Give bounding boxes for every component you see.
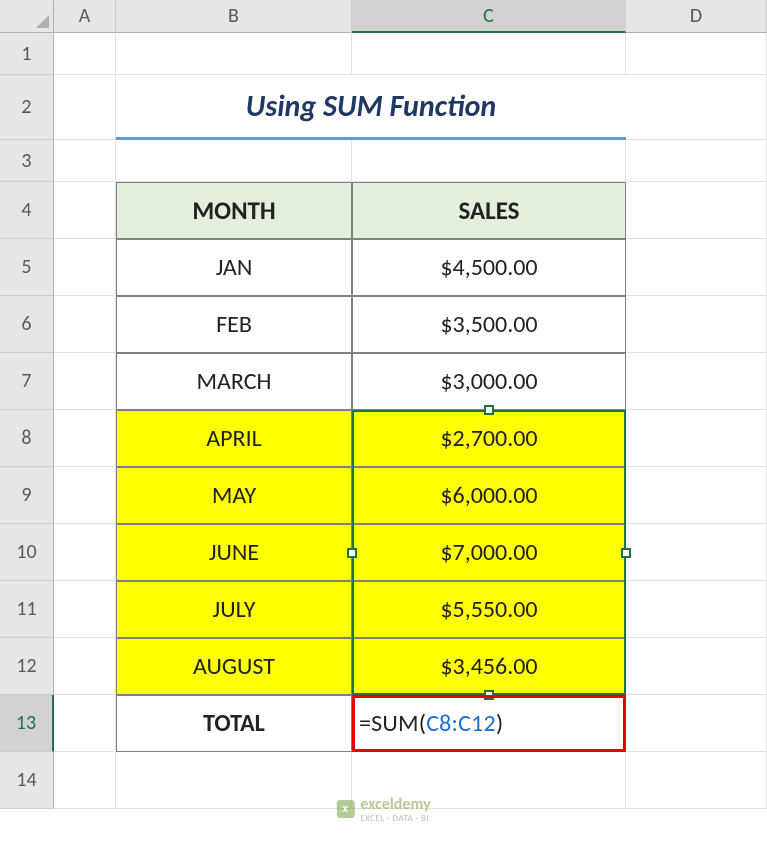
logo-icon: x (336, 800, 354, 818)
row-header-6[interactable]: 6 (0, 296, 54, 353)
cell-D14[interactable] (626, 752, 767, 809)
table-row[interactable]: $5,550.00 (352, 581, 626, 638)
formula-prefix: =SUM( (359, 709, 426, 738)
cell-D5[interactable] (626, 239, 767, 296)
cell-D7[interactable] (626, 353, 767, 410)
table-row[interactable]: $7,000.00 (352, 524, 626, 581)
col-header-D[interactable]: D (626, 0, 767, 33)
table-row[interactable]: $3,456.00 (352, 638, 626, 695)
cell-D2[interactable] (626, 75, 767, 140)
cell-A11[interactable] (54, 581, 116, 638)
table-row[interactable]: $3,000.00 (352, 353, 626, 410)
table-row[interactable]: JAN (116, 239, 352, 296)
cell-D3[interactable] (626, 140, 767, 182)
cell-A9[interactable] (54, 467, 116, 524)
cell-A1[interactable] (54, 33, 116, 75)
cell-D12[interactable] (626, 638, 767, 695)
table-row[interactable]: JULY (116, 581, 352, 638)
cell-area: Using SUM Function MONTH SALES JAN $4,50… (54, 33, 767, 809)
cell-A13[interactable] (54, 695, 116, 752)
row-header-5[interactable]: 5 (0, 239, 54, 296)
row-header-4[interactable]: 4 (0, 182, 54, 239)
cell-A3[interactable] (54, 140, 116, 182)
cell-B1[interactable] (116, 33, 352, 75)
title-cell[interactable]: Using SUM Function (116, 75, 626, 140)
cell-A10[interactable] (54, 524, 116, 581)
row-header-11[interactable]: 11 (0, 581, 54, 638)
cell-A8[interactable] (54, 410, 116, 467)
select-all-corner[interactable] (0, 0, 54, 33)
cell-D11[interactable] (626, 581, 767, 638)
cell-D8[interactable] (626, 410, 767, 467)
row-header-7[interactable]: 7 (0, 353, 54, 410)
table-row[interactable]: $4,500.00 (352, 239, 626, 296)
row-headers: 1 2 3 4 5 6 7 8 9 10 11 12 13 14 (0, 33, 54, 809)
formula-cell[interactable]: =SUM(C8:C12) (352, 695, 626, 752)
table-row[interactable]: MARCH (116, 353, 352, 410)
watermark-brand: exceldemy (360, 795, 430, 814)
row-header-12[interactable]: 12 (0, 638, 54, 695)
table-row[interactable]: FEB (116, 296, 352, 353)
table-header-month[interactable]: MONTH (116, 182, 352, 239)
row-header-1[interactable]: 1 (0, 33, 54, 75)
cell-C1[interactable] (352, 33, 626, 75)
cell-D1[interactable] (626, 33, 767, 75)
column-headers: A B C D (54, 0, 767, 33)
table-row[interactable]: $2,700.00 (352, 410, 626, 467)
formula-suffix: ) (496, 709, 503, 738)
cell-A5[interactable] (54, 239, 116, 296)
col-header-B[interactable]: B (116, 0, 352, 33)
cell-A12[interactable] (54, 638, 116, 695)
row-header-10[interactable]: 10 (0, 524, 54, 581)
row-header-2[interactable]: 2 (0, 75, 54, 140)
cell-B14[interactable] (116, 752, 352, 809)
cell-D4[interactable] (626, 182, 767, 239)
col-header-C[interactable]: C (352, 0, 626, 33)
cell-D9[interactable] (626, 467, 767, 524)
table-row[interactable]: $3,500.00 (352, 296, 626, 353)
total-label-cell[interactable]: TOTAL (116, 695, 352, 752)
row-header-9[interactable]: 9 (0, 467, 54, 524)
cell-A7[interactable] (54, 353, 116, 410)
table-row[interactable]: $6,000.00 (352, 467, 626, 524)
cell-D13[interactable] (626, 695, 767, 752)
row-header-8[interactable]: 8 (0, 410, 54, 467)
col-header-A[interactable]: A (54, 0, 116, 33)
cell-B3[interactable] (116, 140, 352, 182)
table-row[interactable]: MAY (116, 467, 352, 524)
watermark: x exceldemy EXCEL · DATA · BI (336, 795, 430, 823)
table-row[interactable]: APRIL (116, 410, 352, 467)
table-row[interactable]: JUNE (116, 524, 352, 581)
watermark-tagline: EXCEL · DATA · BI (360, 814, 430, 823)
cell-D10[interactable] (626, 524, 767, 581)
cell-A4[interactable] (54, 182, 116, 239)
cell-D6[interactable] (626, 296, 767, 353)
cell-A14[interactable] (54, 752, 116, 809)
row-header-3[interactable]: 3 (0, 140, 54, 182)
row-header-14[interactable]: 14 (0, 752, 54, 809)
row-header-13[interactable]: 13 (0, 695, 54, 752)
table-header-sales[interactable]: SALES (352, 182, 626, 239)
cell-A2[interactable] (54, 75, 116, 140)
table-row[interactable]: AUGUST (116, 638, 352, 695)
cell-C3[interactable] (352, 140, 626, 182)
cell-A6[interactable] (54, 296, 116, 353)
formula-ref: C8:C12 (426, 709, 496, 738)
